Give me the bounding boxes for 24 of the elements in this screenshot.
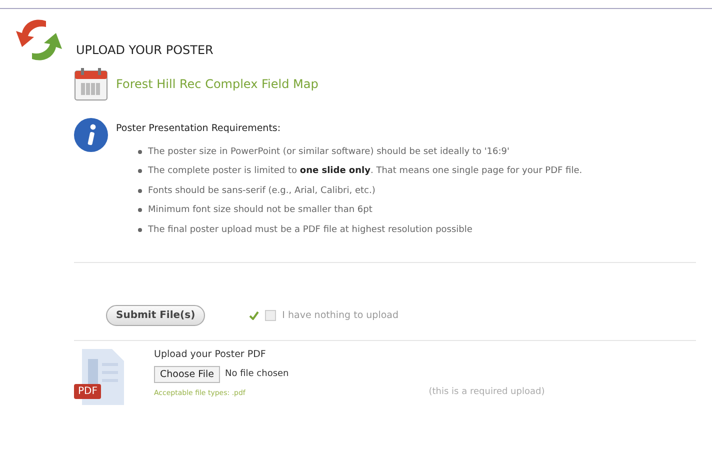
upload-label: Upload your Poster PDF — [154, 348, 267, 360]
required-note: (this is a required upload) — [428, 386, 545, 396]
requirement-item: The complete poster is limited to one slide only. That means one single page for your PDF file. — [148, 165, 582, 178]
page-title: UPLOAD YOUR POSTER — [76, 43, 214, 57]
bullet-icon — [138, 169, 142, 174]
checkmark-icon — [249, 310, 260, 320]
choose-file-button[interactable]: Choose File — [154, 366, 220, 382]
calendar-icon — [74, 67, 108, 101]
bullet-icon — [138, 150, 142, 154]
requirement-item: Fonts should be sans-serif (e.g., Arial, Calibri, etc.) — [148, 184, 376, 197]
requirement-item: The final poster upload must be a PDF file at highest resolution possible — [148, 224, 472, 236]
file-status: No file chosen — [225, 369, 289, 379]
submit-button[interactable]: Submit File(s) — [106, 304, 206, 326]
bullet-icon — [138, 208, 142, 212]
requirements-heading: Poster Presentation Requirements: — [116, 123, 282, 134]
bullet-icon — [138, 228, 142, 232]
sync-arrows-icon — [16, 17, 62, 63]
requirement-item: Minimum font size should not be smaller than 6pt — [148, 204, 372, 216]
pdf-badge: PDF — [74, 384, 102, 398]
requirement-item: The poster size in PowerPoint (or similar software) should be set ideally to '16:9' — [148, 146, 510, 158]
bullet-icon — [138, 188, 142, 193]
nothing-to-upload-checkbox[interactable] — [265, 310, 276, 320]
info-icon — [74, 117, 108, 153]
checkbox-label: I have nothing to upload — [282, 310, 399, 320]
